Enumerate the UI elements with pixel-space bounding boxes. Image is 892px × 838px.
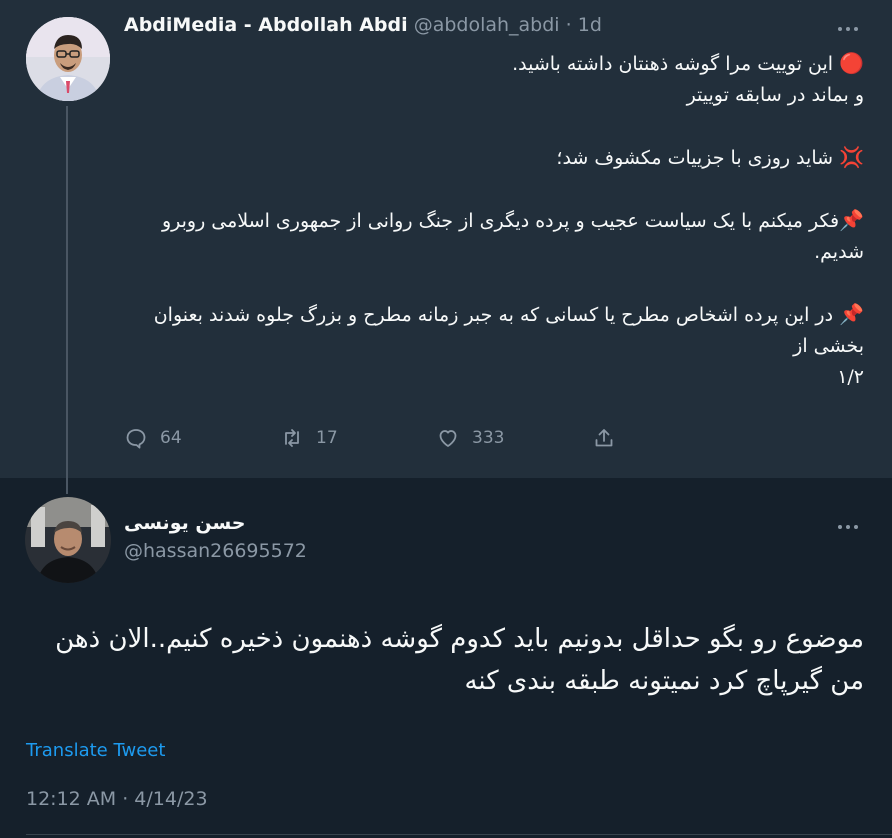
reply-count: 64 <box>160 428 182 448</box>
thread-connector-line <box>66 106 68 494</box>
share-icon <box>595 429 613 447</box>
reply-author-name[interactable]: حسن یونسی <box>124 512 245 534</box>
more-options-icon[interactable] <box>834 517 862 537</box>
tweet-line: و بماند در سابقه توییتر <box>686 84 864 106</box>
tweet-line: 📌 در این پرده اشخاص مطرح یا کسانی که به … <box>124 299 864 362</box>
share-button[interactable] <box>592 426 616 450</box>
parent-tweet[interactable]: AbdiMedia - Abdollah Abdi @abdolah_abdi … <box>0 0 892 494</box>
tweet-line: 📌فکر میکنم با یک سیاست عجیب و پرده دیگری… <box>124 205 864 268</box>
like-count: 333 <box>472 428 505 448</box>
reply-icon <box>126 429 146 449</box>
tweet-timestamp[interactable]: 12:12 AM · 4/14/23 <box>26 788 208 810</box>
translate-tweet-link[interactable]: Translate Tweet <box>26 740 165 761</box>
more-options-icon[interactable] <box>834 19 862 39</box>
divider <box>26 834 892 835</box>
parent-author-name[interactable]: AbdiMedia - Abdollah Abdi <box>124 14 408 36</box>
parent-author-avatar[interactable] <box>26 17 110 101</box>
heart-icon <box>439 430 457 447</box>
person-avatar-icon <box>25 497 111 583</box>
anger-emoji: 💢 <box>839 145 864 169</box>
header-separator: · <box>565 14 572 36</box>
parent-tweet-text: 🔴 این توییت مرا گوشه ذهنتان داشته باشید.… <box>124 48 864 393</box>
like-button[interactable]: 333 <box>436 426 504 450</box>
tweet-line: 🔴 این توییت مرا گوشه ذهنتان داشته باشید. <box>124 48 864 80</box>
parent-author-handle[interactable]: @abdolah_abdi <box>414 14 560 36</box>
red-circle-emoji: 🔴 <box>839 51 864 75</box>
reply-tweet-text: موضوع رو بگو حداقل بدونیم باید کدوم گوشه… <box>55 624 864 696</box>
tweet-actions: 64 17 333 <box>124 426 644 460</box>
parent-tweet-header: AbdiMedia - Abdollah Abdi @abdolah_abdi … <box>124 14 602 36</box>
parent-tweet-date[interactable]: 1d <box>578 14 602 36</box>
retweet-icon <box>285 429 299 447</box>
retweet-count: 17 <box>316 428 338 448</box>
reply-author-handle[interactable]: @hassan26695572 <box>124 540 307 562</box>
tweet-line: ۱/۲ <box>837 366 864 388</box>
pushpin-emoji: 📌 <box>839 302 864 326</box>
retweet-button[interactable]: 17 <box>280 426 338 450</box>
pushpin-emoji: 📌 <box>839 208 864 232</box>
reply-author-avatar[interactable] <box>25 497 111 583</box>
tweet-line: 💢 شاید روزی با جزییات مکشوف شد؛ <box>124 142 864 174</box>
reply-button[interactable]: 64 <box>124 426 182 450</box>
person-avatar-icon <box>26 17 110 101</box>
